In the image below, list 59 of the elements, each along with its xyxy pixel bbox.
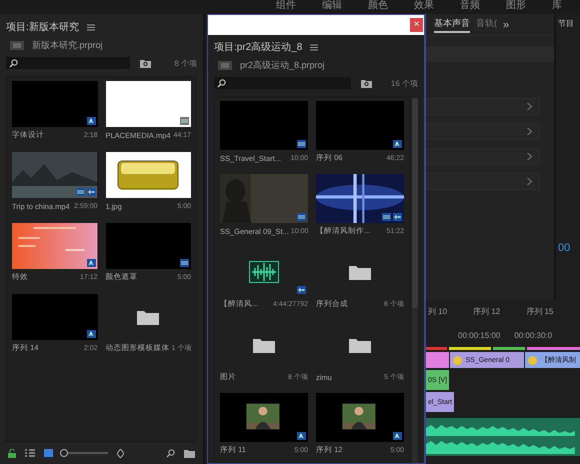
- timecode: 00: [558, 242, 572, 254]
- sequence-badge-icon: [393, 432, 402, 440]
- audio-badge-icon: [393, 213, 402, 221]
- workspace-tab[interactable]: 图形: [506, 0, 526, 14]
- more-tabs-button[interactable]: »: [503, 18, 510, 30]
- sequence-tab[interactable]: 序列 15: [526, 306, 554, 316]
- fx-icon: [452, 356, 462, 364]
- audio-badge-icon: [297, 286, 306, 294]
- zoom-slider[interactable]: [62, 449, 108, 457]
- menu-icon[interactable]: [86, 24, 95, 30]
- menu-icon[interactable]: [310, 44, 318, 50]
- bin-icon: [218, 60, 232, 70]
- video-clip: [426, 352, 448, 368]
- panel-tab[interactable]: 节目: [558, 18, 580, 29]
- video-badge-icon: [382, 213, 391, 221]
- close-button[interactable]: ×: [410, 18, 423, 32]
- dropdown-field[interactable]: [426, 46, 554, 62]
- item-count: 8 个项: [173, 58, 197, 68]
- scrollbar-thumb[interactable]: [412, 98, 418, 308]
- sequence-badge-icon: [297, 432, 306, 440]
- search-field[interactable]: [214, 77, 351, 89]
- sequence-badge-icon: [393, 140, 402, 148]
- sort-icon[interactable]: [117, 448, 124, 458]
- workspace-tab[interactable]: 效果: [414, 0, 434, 14]
- video-badge-icon: [180, 259, 189, 267]
- panel-tab[interactable]: 音轨(: [476, 16, 497, 33]
- waveform-icon: [249, 260, 279, 282]
- bin-icon: [10, 40, 24, 50]
- folder-icon: [349, 336, 371, 352]
- lock-icon[interactable]: [8, 448, 16, 458]
- fx-icon: [528, 356, 537, 364]
- search-field[interactable]: [6, 57, 130, 69]
- sequence-tab[interactable]: 列 10: [428, 306, 448, 316]
- workspace-tab[interactable]: 组件: [276, 0, 296, 14]
- project-file-name: pr2高级运动_8.prproj: [240, 58, 325, 72]
- video-badge-icon: [180, 117, 189, 125]
- project-file-name: 新版本研究.prproj: [32, 38, 103, 52]
- panel-title: 项目:新版本研究: [6, 20, 79, 34]
- folder-icon: [253, 336, 275, 352]
- button-drawing: [117, 160, 180, 190]
- ruler-time: 00:00:15:00: [458, 330, 500, 340]
- sequence-tab[interactable]: 序列 12: [473, 306, 500, 316]
- folder-icon: [349, 264, 371, 280]
- item-count: 16 个项: [390, 78, 418, 88]
- new-bin-icon[interactable]: [140, 58, 151, 68]
- ruler-time: 00:00:30:0: [514, 330, 552, 340]
- slider-thumb[interactable]: [60, 449, 68, 457]
- video-badge-icon: [297, 140, 306, 148]
- workspace-tab[interactable]: 编辑: [322, 0, 342, 14]
- panel-title: 项目:pr2高级运动_8: [214, 40, 302, 54]
- folder-icon: [137, 309, 160, 325]
- new-bin-icon[interactable]: [361, 78, 372, 88]
- folder-icon[interactable]: [184, 448, 195, 458]
- panel-tab[interactable]: 基本声音: [434, 16, 470, 33]
- list-view-icon[interactable]: [25, 449, 35, 457]
- search-icon: [9, 58, 18, 68]
- search-icon: [166, 448, 175, 458]
- search-icon: [217, 78, 226, 88]
- video-badge-icon: [297, 213, 306, 221]
